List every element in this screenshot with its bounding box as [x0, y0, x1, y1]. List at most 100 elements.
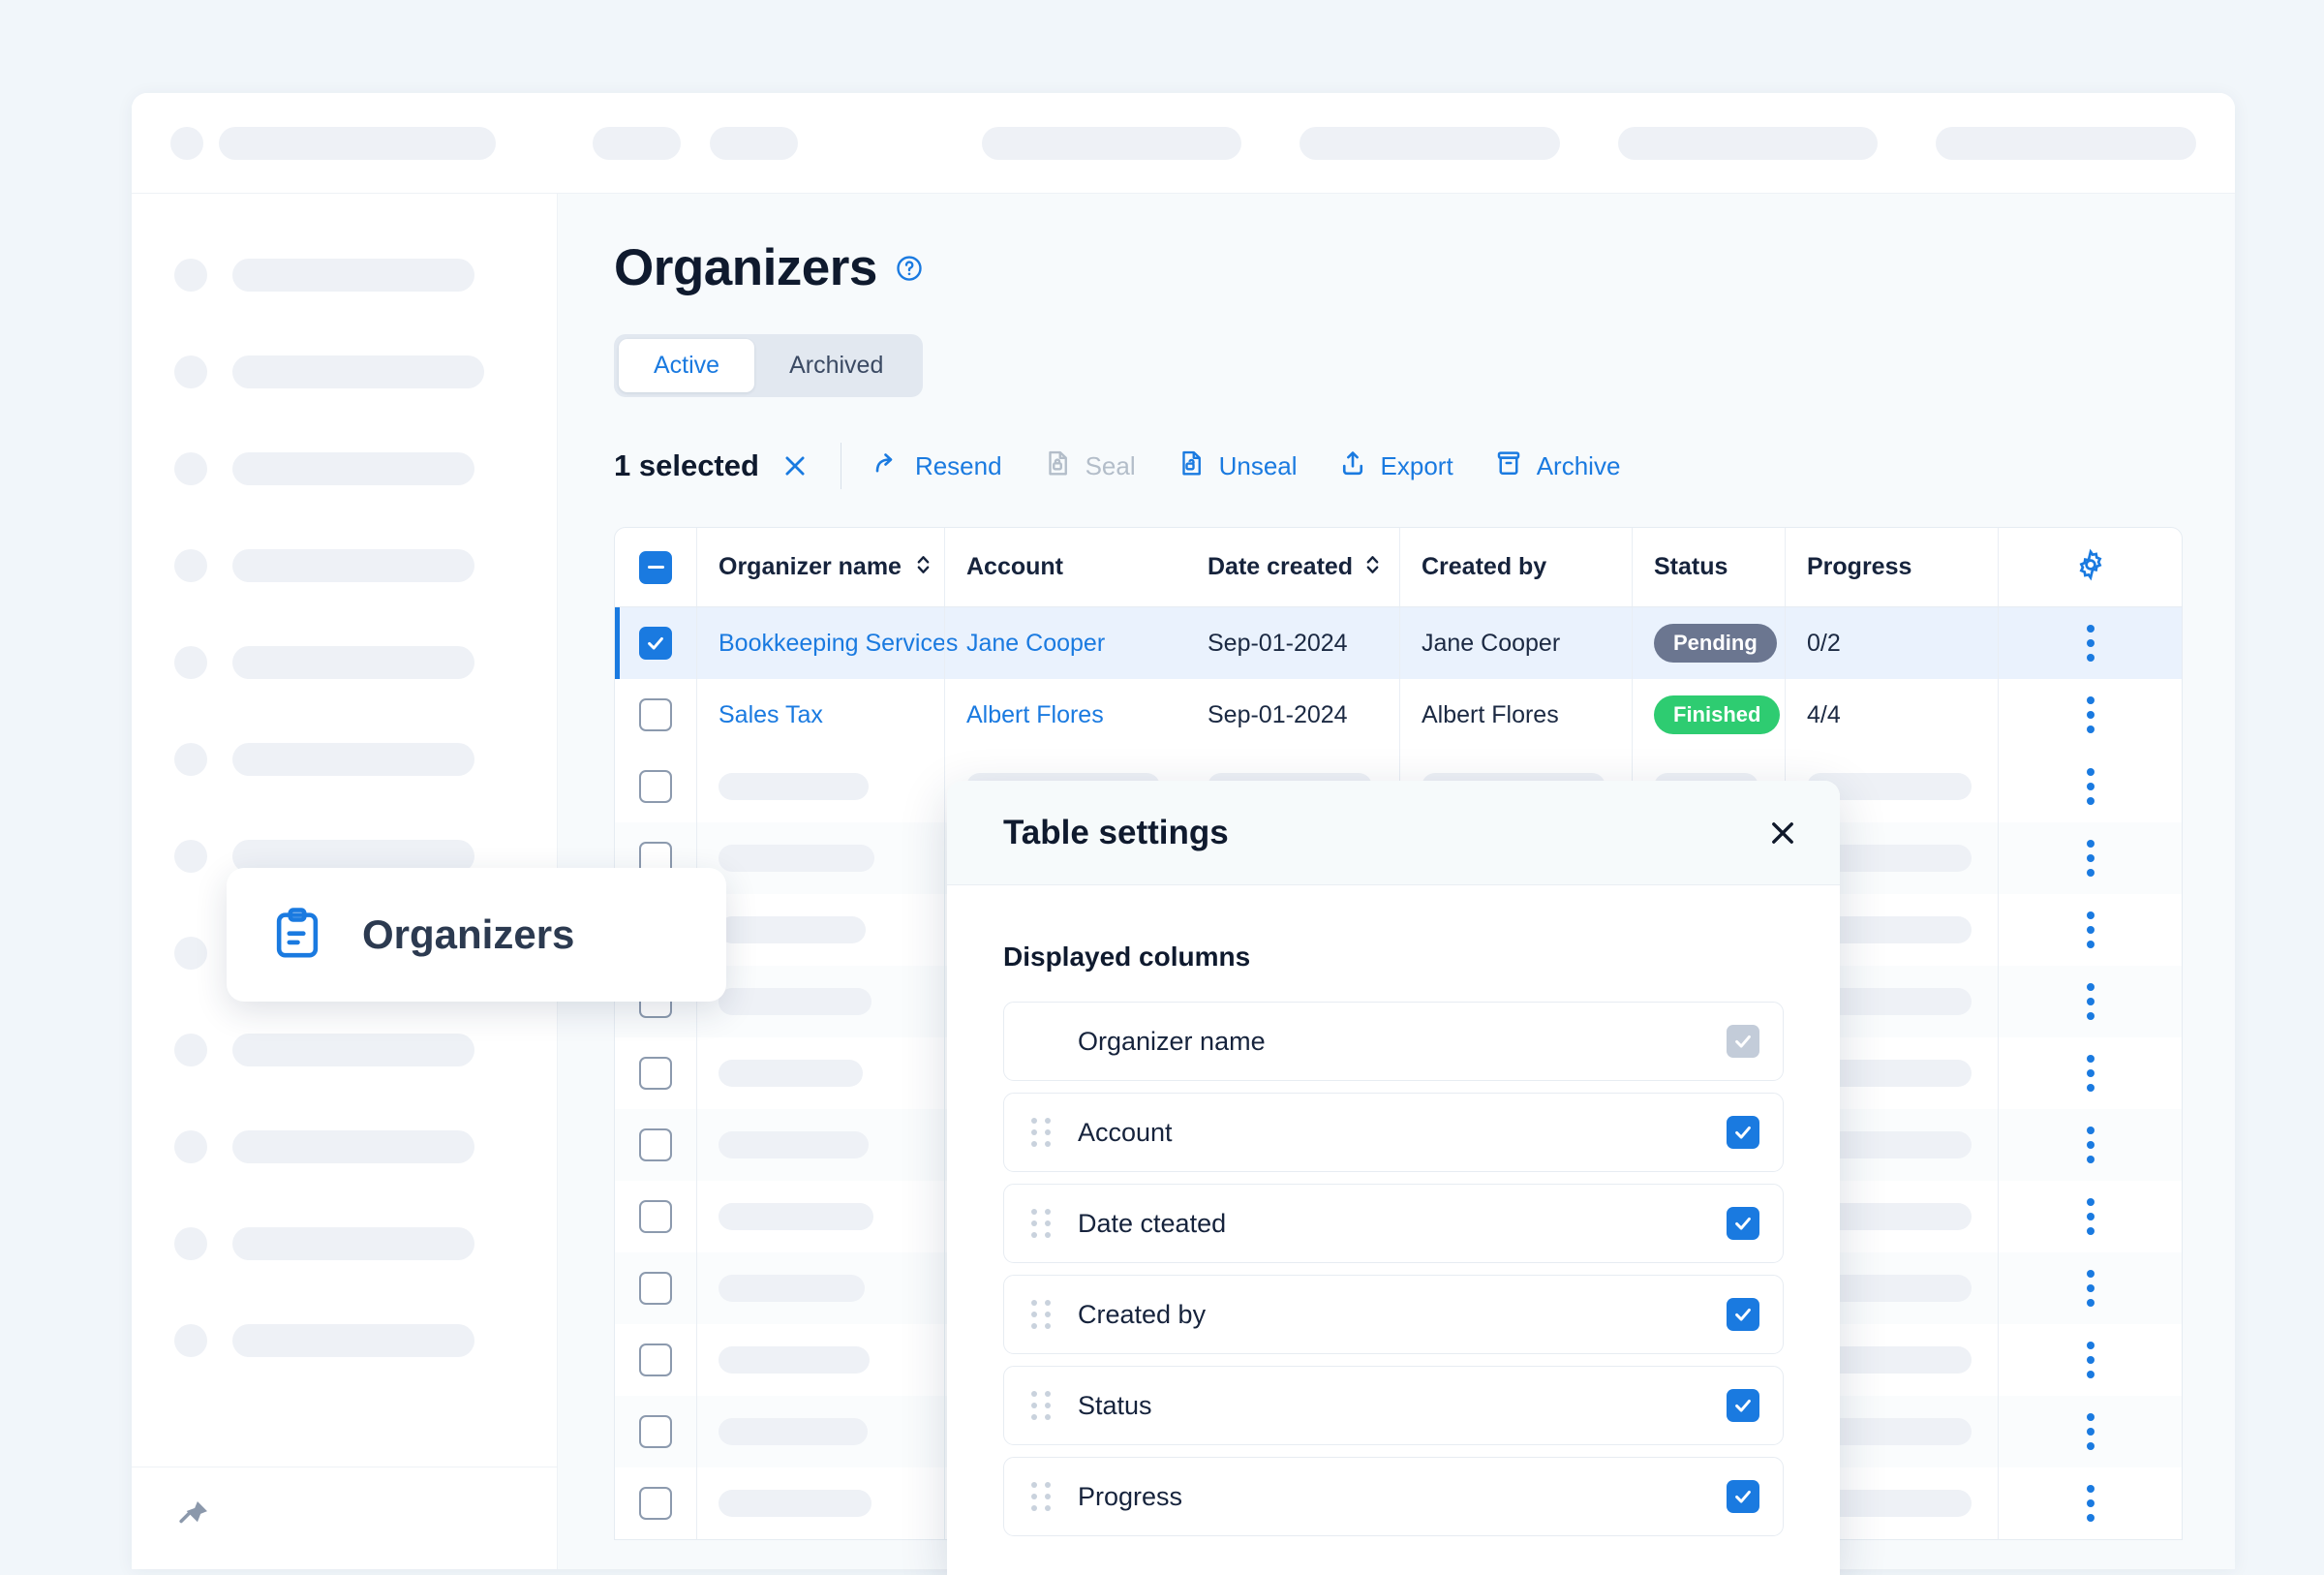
column-visibility-checkbox[interactable] — [1727, 1298, 1759, 1331]
pin-off-icon[interactable] — [174, 1498, 211, 1539]
row-menu-icon[interactable] — [2086, 768, 2095, 805]
row-checkbox[interactable] — [639, 770, 672, 803]
sort-icon[interactable] — [915, 553, 932, 581]
account-link[interactable]: Jane Cooper — [966, 630, 1105, 658]
status-badge: Pending — [1654, 624, 1777, 663]
cell-row-menu — [1998, 607, 2182, 679]
organizers-tooltip-card[interactable]: Organizers — [227, 868, 726, 1002]
sidebar-item[interactable] — [132, 1292, 557, 1389]
export-button[interactable]: Export — [1338, 448, 1453, 484]
organizer-name-link[interactable]: Bookkeeping Services — [719, 630, 958, 658]
row-checkbox[interactable] — [639, 1200, 672, 1233]
close-icon[interactable] — [1766, 817, 1799, 849]
clear-selection-icon[interactable] — [780, 451, 810, 480]
drag-handle-icon[interactable] — [1031, 1391, 1051, 1420]
sidebar-item[interactable] — [132, 614, 557, 711]
resend-button[interactable]: Resend — [872, 448, 1002, 484]
row-menu-icon[interactable] — [2086, 696, 2095, 733]
sort-icon[interactable] — [1364, 553, 1381, 581]
column-visibility-checkbox — [1727, 1025, 1759, 1058]
column-visibility-checkbox[interactable] — [1727, 1116, 1759, 1149]
sidebar-item[interactable] — [132, 324, 557, 420]
sidebar-item-label — [232, 259, 474, 292]
account-link[interactable]: Albert Flores — [966, 701, 1104, 729]
row-menu-icon[interactable] — [2086, 625, 2095, 662]
topbar-skeleton-item — [218, 126, 496, 160]
displayed-column-item[interactable]: Date cteated — [1003, 1184, 1784, 1263]
sidebar-item[interactable] — [132, 227, 557, 324]
organizer-name-link[interactable]: Sales Tax — [719, 701, 823, 729]
row-checkbox[interactable] — [639, 1128, 672, 1161]
row-menu-icon[interactable] — [2086, 1413, 2095, 1450]
displayed-column-item[interactable]: Created by — [1003, 1275, 1784, 1354]
sidebar-item-icon — [174, 1324, 207, 1357]
column-header-progress[interactable]: Progress — [1785, 528, 1998, 606]
row-menu-icon[interactable] — [2086, 840, 2095, 877]
displayed-column-item[interactable]: Organizer name — [1003, 1002, 1784, 1081]
column-visibility-checkbox[interactable] — [1727, 1480, 1759, 1513]
displayed-column-item[interactable]: Status — [1003, 1366, 1784, 1445]
tooltip-card-label: Organizers — [362, 911, 575, 957]
cell-progress: 0/2 — [1785, 607, 1998, 679]
sidebar-item[interactable] — [132, 711, 557, 808]
row-checkbox[interactable] — [639, 1057, 672, 1090]
sidebar-item[interactable] — [132, 1195, 557, 1292]
cell-row-menu — [1998, 1324, 2182, 1396]
row-checkbox[interactable] — [639, 1415, 672, 1448]
select-all-checkbox[interactable] — [639, 550, 672, 584]
column-header-created-by[interactable]: Created by — [1399, 528, 1632, 606]
unseal-button[interactable]: Unseal — [1177, 448, 1298, 484]
gear-icon[interactable] — [2074, 548, 2107, 586]
sidebar-item-icon — [174, 937, 207, 970]
cell-organizer-name: Sales Tax — [696, 679, 944, 751]
column-header-account[interactable]: Account — [944, 528, 1186, 606]
app-topbar — [132, 93, 2235, 194]
sidebar-item-icon — [174, 743, 207, 776]
sidebar-item[interactable] — [132, 1002, 557, 1098]
cell-organizer-name — [696, 894, 944, 966]
skeleton-bar — [719, 773, 869, 800]
archive-button[interactable]: Archive — [1494, 448, 1620, 484]
row-checkbox[interactable] — [639, 1343, 672, 1376]
row-menu-icon[interactable] — [2086, 1198, 2095, 1235]
table-row[interactable]: Sales Tax Albert Flores Sep-01-2024 Albert … — [615, 679, 2182, 751]
row-menu-icon[interactable] — [2086, 1485, 2095, 1522]
lock-document-icon — [1043, 448, 1072, 484]
help-circle-icon[interactable] — [895, 254, 924, 283]
drag-handle-icon[interactable] — [1031, 1482, 1051, 1511]
column-header-name[interactable]: Organizer name — [696, 528, 944, 606]
column-visibility-checkbox[interactable] — [1727, 1389, 1759, 1422]
drag-handle-icon[interactable] — [1031, 1118, 1051, 1147]
column-header-date[interactable]: Date created — [1186, 528, 1399, 606]
row-checkbox[interactable] — [639, 627, 672, 660]
table-row[interactable]: Bookkeeping Services Jane Cooper Sep-01-20… — [615, 607, 2182, 679]
row-checkbox[interactable] — [639, 1487, 672, 1520]
row-checkbox[interactable] — [639, 1272, 672, 1305]
seal-button: Seal — [1043, 448, 1136, 484]
drag-handle-icon[interactable] — [1031, 1300, 1051, 1329]
row-menu-icon[interactable] — [2086, 983, 2095, 1020]
row-select-cell — [615, 1343, 696, 1376]
select-all-cell — [615, 550, 696, 584]
row-menu-icon[interactable] — [2086, 1342, 2095, 1378]
upload-export-icon — [1338, 448, 1367, 484]
row-menu-icon[interactable] — [2086, 1127, 2095, 1163]
status-tabs[interactable]: Active Archived — [614, 334, 924, 397]
clipboard-list-icon — [269, 905, 325, 966]
displayed-columns-label: Displayed columns — [1003, 942, 1251, 972]
drag-handle-icon[interactable] — [1031, 1209, 1051, 1238]
sidebar-item[interactable] — [132, 1098, 557, 1195]
row-menu-icon[interactable] — [2086, 1055, 2095, 1092]
sidebar-item[interactable] — [132, 420, 557, 517]
tab-archived[interactable]: Archived — [754, 339, 918, 392]
column-header-status[interactable]: Status — [1632, 528, 1785, 606]
column-item-label: Date cteated — [1078, 1208, 1227, 1238]
row-menu-icon[interactable] — [2086, 1270, 2095, 1307]
tab-active[interactable]: Active — [619, 339, 755, 392]
row-menu-icon[interactable] — [2086, 911, 2095, 948]
displayed-column-item[interactable]: Account — [1003, 1093, 1784, 1172]
column-visibility-checkbox[interactable] — [1727, 1207, 1759, 1240]
sidebar-item[interactable] — [132, 517, 557, 614]
displayed-column-item[interactable]: Progress — [1003, 1457, 1784, 1536]
row-checkbox[interactable] — [639, 698, 672, 731]
